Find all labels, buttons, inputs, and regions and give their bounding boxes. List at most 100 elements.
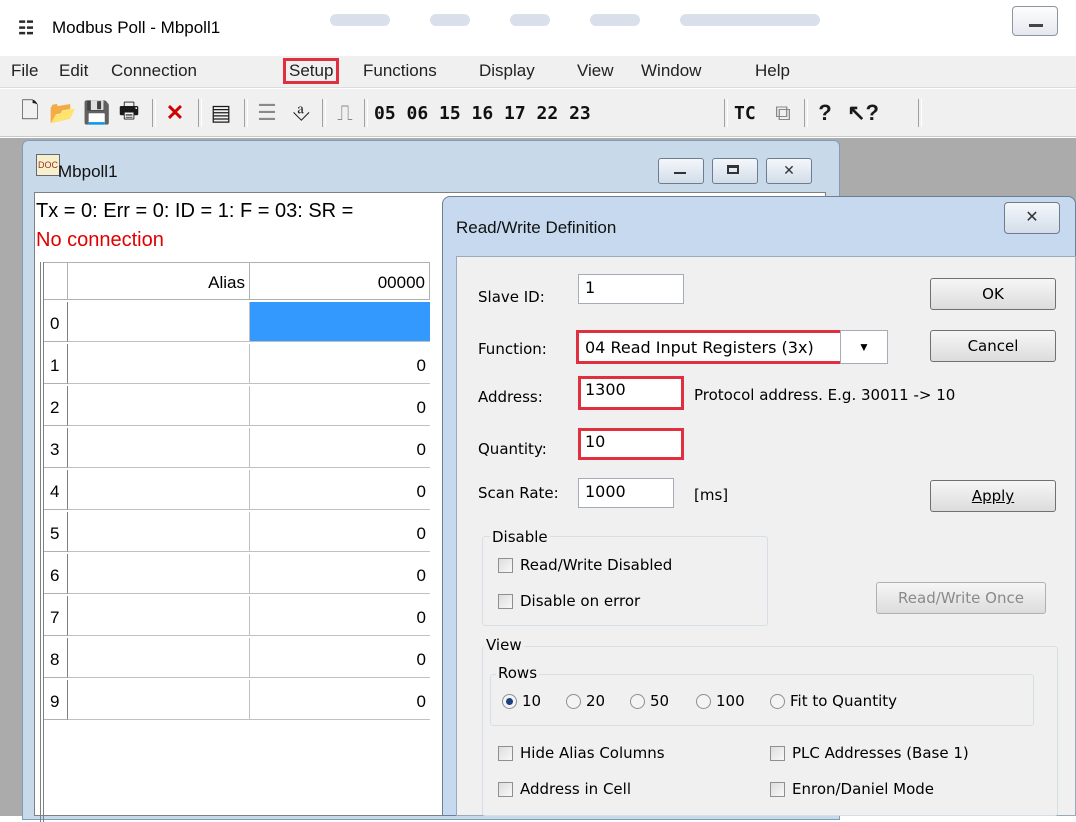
function-code-buttons[interactable]: 05 06 15 16 17 22 23 <box>374 103 591 124</box>
alias-cell[interactable] <box>68 638 250 678</box>
address-column-header[interactable]: 00000 <box>250 262 430 300</box>
function-label: Function: <box>478 340 547 358</box>
quantity-field[interactable]: 10 <box>578 428 684 460</box>
chevron-down-icon[interactable]: ▼ <box>840 330 888 364</box>
rows-fit-label: Fit to Quantity <box>790 692 897 710</box>
value-cell[interactable]: 0 <box>250 680 430 720</box>
toolbar-separator <box>322 99 326 127</box>
row-header: 8 <box>44 638 68 678</box>
view-group-label: View <box>484 636 524 654</box>
address-field[interactable]: 1300 <box>578 376 684 410</box>
app-title: Modbus Poll - Mbpoll1 <box>52 18 221 37</box>
disable-on-error-checkbox[interactable] <box>498 594 513 609</box>
menu-file[interactable]: File <box>8 61 41 81</box>
rows-20-radio[interactable] <box>566 694 581 709</box>
value-cell[interactable]: 0 <box>250 344 430 384</box>
comment-icon[interactable]: ☰ <box>254 99 280 127</box>
value-cell[interactable]: 0 <box>250 554 430 594</box>
value-cell[interactable]: 0 <box>250 596 430 636</box>
alias-column-header[interactable]: Alias <box>68 262 250 300</box>
read-write-once-button[interactable]: Read/Write Once <box>876 582 1046 614</box>
alias-cell[interactable] <box>68 512 250 552</box>
hide-alias-columns-checkbox[interactable] <box>498 746 513 761</box>
monitor-icon[interactable]: ⎀ <box>288 99 314 127</box>
menu-bar: File Edit Connection Setup Functions Dis… <box>0 56 1076 88</box>
save-icon[interactable]: 💾 <box>83 99 110 127</box>
minimize-button[interactable] <box>1012 6 1058 36</box>
toolbar: 🗋 📂 💾 🖶 ✕ ▤ ☰ ⎀ ⎍ 05 06 15 16 17 22 23 T… <box>0 89 1076 137</box>
alias-cell[interactable] <box>68 344 250 384</box>
pulse-icon[interactable]: ⎍ <box>332 99 358 127</box>
row-header: 1 <box>44 344 68 384</box>
delete-icon[interactable]: ✕ <box>162 99 188 127</box>
menu-window[interactable]: Window <box>638 61 704 81</box>
toolbar-separator <box>244 99 248 127</box>
value-cell[interactable]: 0 <box>250 512 430 552</box>
disable-on-error-label: Disable on error <box>520 592 641 610</box>
alias-cell[interactable] <box>68 302 250 342</box>
ok-button[interactable]: OK <box>930 278 1056 310</box>
print-icon[interactable]: 🖶 <box>116 98 142 127</box>
read-write-disabled-checkbox[interactable] <box>498 558 513 573</box>
value-cell-selected[interactable]: 0 <box>250 302 430 342</box>
value-cell[interactable]: 0 <box>250 428 430 468</box>
row-header: 0 <box>44 302 68 342</box>
plc-addresses-checkbox[interactable] <box>770 746 785 761</box>
child-minimize-button[interactable] <box>658 158 704 184</box>
child-window-title: Mbpoll1 <box>58 162 118 181</box>
tc-button[interactable]: TC <box>734 103 756 124</box>
value-cell[interactable]: 0 <box>250 470 430 510</box>
menu-edit[interactable]: Edit <box>56 61 91 81</box>
slave-id-field[interactable]: 1 <box>578 274 684 304</box>
toolbar-separator <box>724 99 728 127</box>
rows-fit-radio[interactable] <box>770 694 785 709</box>
rows-10-radio[interactable] <box>502 694 517 709</box>
alias-cell[interactable] <box>68 596 250 636</box>
rows-20-label: 20 <box>586 692 606 710</box>
alias-cell[interactable] <box>68 680 250 720</box>
row-header: 7 <box>44 596 68 636</box>
status-line: Tx = 0: Err = 0: ID = 1: F = 03: SR = <box>36 200 354 222</box>
open-folder-icon[interactable]: 📂 <box>49 99 76 127</box>
menu-setup[interactable]: Setup <box>282 58 340 84</box>
scan-rate-field[interactable]: 1000 <box>578 478 674 508</box>
window-icon[interactable]: ▤ <box>208 99 234 127</box>
menu-functions[interactable]: Functions <box>360 61 440 81</box>
row-header: 9 <box>44 680 68 720</box>
menu-view[interactable]: View <box>574 61 617 81</box>
context-help-icon[interactable]: ↖? <box>847 99 879 127</box>
alias-cell[interactable] <box>68 386 250 426</box>
quantity-label: Quantity: <box>478 440 547 458</box>
value-cell[interactable]: 0 <box>250 638 430 678</box>
close-icon[interactable]: ✕ <box>1004 202 1060 234</box>
menu-display[interactable]: Display <box>476 61 538 81</box>
rows-100-radio[interactable] <box>696 694 711 709</box>
menu-help[interactable]: Help <box>752 61 793 81</box>
enron-daniel-mode-checkbox[interactable] <box>770 782 785 797</box>
menu-connection[interactable]: Connection <box>108 61 200 81</box>
rows-50-radio[interactable] <box>630 694 645 709</box>
apply-button[interactable]: Apply <box>930 480 1056 512</box>
value-cell[interactable]: 0 <box>250 386 430 426</box>
help-icon[interactable]: ? <box>812 99 838 127</box>
alias-cell[interactable] <box>68 428 250 468</box>
toolbar-separator <box>364 99 368 127</box>
child-close-button[interactable]: ✕ <box>766 158 812 184</box>
address-in-cell-checkbox[interactable] <box>498 782 513 797</box>
cancel-button[interactable]: Cancel <box>930 330 1056 362</box>
alias-cell[interactable] <box>68 470 250 510</box>
rows-100-label: 100 <box>716 692 745 710</box>
alias-cell[interactable] <box>68 554 250 594</box>
child-maximize-button[interactable] <box>712 158 758 184</box>
row-header: 4 <box>44 470 68 510</box>
row-header: 3 <box>44 428 68 468</box>
traffic-icon[interactable]: ⧉ <box>770 99 796 127</box>
connection-status: No connection <box>36 229 164 251</box>
grid-corner <box>44 262 68 300</box>
plc-addresses-label: PLC Addresses (Base 1) <box>792 744 969 762</box>
new-file-icon[interactable]: 🗋 <box>18 98 42 127</box>
rows-group-label: Rows <box>496 664 540 682</box>
scan-rate-label: Scan Rate: <box>478 484 559 502</box>
rows-50-label: 50 <box>650 692 670 710</box>
disable-group-label: Disable <box>490 528 550 546</box>
